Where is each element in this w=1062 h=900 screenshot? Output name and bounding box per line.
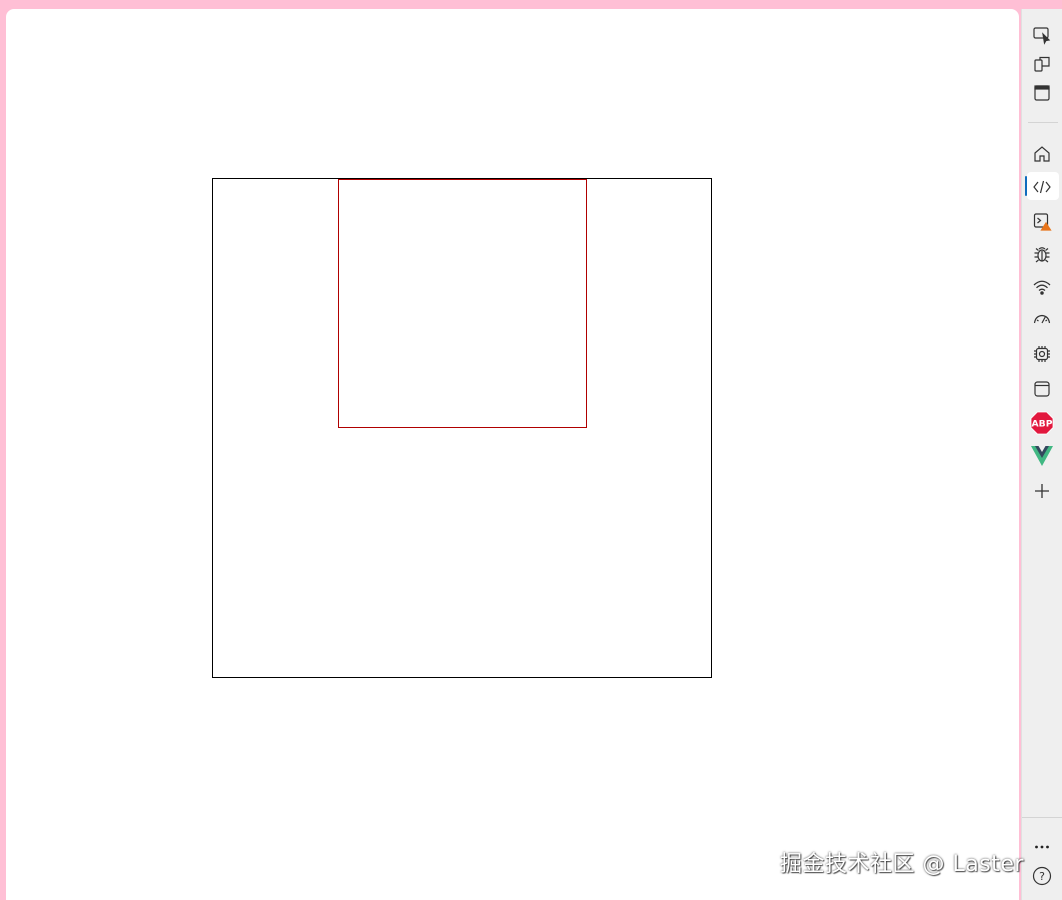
- network-wifi-icon[interactable]: [1030, 275, 1054, 299]
- memory-chip-icon[interactable]: [1030, 342, 1054, 366]
- sidebar-divider: [1028, 122, 1058, 123]
- inspect-icon[interactable]: [1030, 23, 1054, 47]
- console-icon[interactable]: [1030, 209, 1054, 233]
- more-options-icon[interactable]: [1030, 835, 1054, 859]
- application-window-icon[interactable]: [1030, 377, 1054, 401]
- vue-devtools-icon[interactable]: [1030, 444, 1054, 468]
- dock-icon[interactable]: [1030, 81, 1054, 105]
- adblock-abp-icon[interactable]: ABP: [1030, 411, 1054, 435]
- watermark: 掘金技术社区 @ Laster: [780, 852, 1024, 877]
- abp-label: ABP: [1032, 419, 1053, 430]
- elements-code-icon[interactable]: [1030, 175, 1054, 199]
- help-icon[interactable]: ?: [1030, 864, 1054, 888]
- devtools-sidebar: ABP ?: [1021, 9, 1062, 900]
- sidebar-bottom-divider: [1022, 817, 1062, 818]
- active-tool-marker: [1025, 176, 1027, 196]
- more-tools-plus-icon[interactable]: [1030, 479, 1054, 503]
- sources-bug-icon[interactable]: [1030, 242, 1054, 266]
- welcome-home-icon[interactable]: [1030, 142, 1054, 166]
- device-emulation-icon[interactable]: [1030, 52, 1054, 76]
- browser-window-frame: ABP ? 掘金技术社区 @ Laster: [0, 0, 1062, 900]
- performance-gauge-icon[interactable]: [1030, 308, 1054, 332]
- inner-red-square-box: [338, 179, 587, 428]
- help-glyph: ?: [1039, 870, 1045, 883]
